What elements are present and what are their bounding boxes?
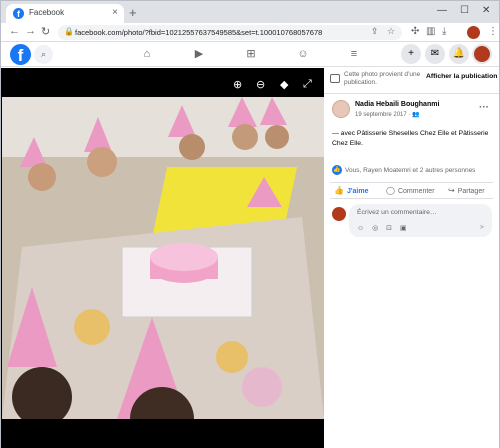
post-actions: 👍 J'aime ◯ Commenter ↪ Partager <box>330 182 493 199</box>
tab-facebook[interactable]: f Facebook × <box>6 4 124 23</box>
tab-bar: f Facebook × + — ☐ ✕ <box>1 1 499 23</box>
facebook-top-nav: f ⌕ ⌂ ▶ ⊞ ☺ ≡ + ✉ 🔔 <box>1 42 499 67</box>
thumbs-up-icon: 👍 <box>334 186 344 195</box>
share-button[interactable]: ↪ Partager <box>448 186 485 195</box>
account-avatar[interactable] <box>472 44 492 64</box>
author-avatar[interactable] <box>332 100 350 118</box>
reactions-text[interactable]: Vous, Rayen Moatemri et 2 autres personn… <box>345 167 495 174</box>
sidepanel-icon[interactable]: ▥ <box>426 26 435 37</box>
back-icon[interactable]: ← <box>9 25 20 37</box>
share-icon[interactable]: ⇪ <box>371 26 379 37</box>
address-bar: ← → ↻ 🔒 facebook.com/photo/?fbid=1021255… <box>1 23 499 42</box>
home-icon[interactable]: ⌂ <box>140 47 154 61</box>
extensions-icon[interactable]: ✣ <box>411 26 419 37</box>
post-panel: Cette photo provient d’une publication. … <box>324 68 499 448</box>
post-caption: — avec Pâtisserie Sheselles Chez Elle et… <box>332 130 489 147</box>
photo-illustration <box>2 97 324 419</box>
comment-input[interactable]: Écrivez un commentaire… ☺ ◎ ⊡ ▣ ➤ <box>349 204 492 237</box>
comment-label: Commenter <box>397 188 435 195</box>
share-label: Partager <box>457 188 485 195</box>
photo[interactable] <box>2 97 324 419</box>
share-arrow-icon: ↪ <box>448 186 455 195</box>
notifications-icon[interactable]: 🔔 <box>449 44 469 64</box>
menu-icon[interactable]: ⋮ <box>488 26 498 37</box>
author-name[interactable]: Nadia Hebaili Boughanmi <box>355 101 439 108</box>
maximize-icon[interactable]: ☐ <box>460 5 469 16</box>
profile-avatar[interactable] <box>467 26 480 39</box>
watch-icon[interactable]: ▶ <box>192 47 206 61</box>
like-button[interactable]: 👍 J'aime <box>334 186 368 195</box>
comment-placeholder: Écrivez un commentaire… <box>357 209 437 216</box>
marketplace-icon[interactable]: ⊞ <box>244 47 258 61</box>
new-tab-button[interactable]: + <box>129 5 137 20</box>
comment-icon: ◯ <box>386 186 395 195</box>
facebook-logo[interactable]: f <box>10 44 31 65</box>
tab-close-icon[interactable]: × <box>112 7 118 18</box>
notice-text: Cette photo provient d’une publication. <box>344 71 421 86</box>
like-reaction-icon: 👍 <box>332 165 342 175</box>
star-icon[interactable]: ☆ <box>387 26 395 37</box>
minimize-icon[interactable]: — <box>437 5 447 16</box>
fullscreen-icon[interactable]: ⤢ <box>303 78 312 91</box>
send-icon[interactable]: ➤ <box>479 223 485 231</box>
commenter-avatar <box>332 207 346 221</box>
tab-title: Facebook <box>29 8 65 17</box>
post-date[interactable]: 19 septembre 2017 · 👥 <box>355 111 420 118</box>
zoom-out-icon[interactable]: ⊖ <box>256 78 265 91</box>
forward-icon[interactable]: → <box>25 25 36 37</box>
post-icon <box>330 74 340 83</box>
comment-button[interactable]: ◯ Commenter <box>386 186 435 195</box>
search-icon[interactable]: ⌕ <box>34 45 53 64</box>
close-window-icon[interactable]: ✕ <box>482 5 490 16</box>
publication-notice: Cette photo provient d’une publication. … <box>324 68 499 94</box>
messenger-icon[interactable]: ✉ <box>425 44 445 64</box>
omnibox[interactable]: 🔒 facebook.com/photo/?fbid=1021255763754… <box>58 25 402 40</box>
menu-lines-icon[interactable]: ≡ <box>347 47 361 61</box>
groups-icon[interactable]: ☺ <box>296 47 310 61</box>
like-label: J'aime <box>346 188 369 195</box>
url-text[interactable]: facebook.com/photo/?fbid=102125576375495… <box>75 28 322 37</box>
download-icon[interactable]: ⤓ <box>442 26 446 37</box>
show-post-button[interactable]: Afficher la publication <box>426 73 497 80</box>
create-icon[interactable]: + <box>401 44 421 64</box>
zoom-in-icon[interactable]: ⊕ <box>233 78 242 91</box>
comment-tool-icons[interactable]: ☺ ◎ ⊡ ▣ <box>357 224 410 232</box>
facebook-favicon-icon: f <box>13 8 24 19</box>
browser-window: f Facebook × + — ☐ ✕ ← → ↻ 🔒 facebook.co… <box>0 0 500 448</box>
lock-icon: 🔒 <box>64 27 74 36</box>
reload-icon[interactable]: ↻ <box>41 25 50 38</box>
tag-icon[interactable]: ◆ <box>280 78 288 91</box>
more-options-icon[interactable]: ··· <box>479 102 489 113</box>
